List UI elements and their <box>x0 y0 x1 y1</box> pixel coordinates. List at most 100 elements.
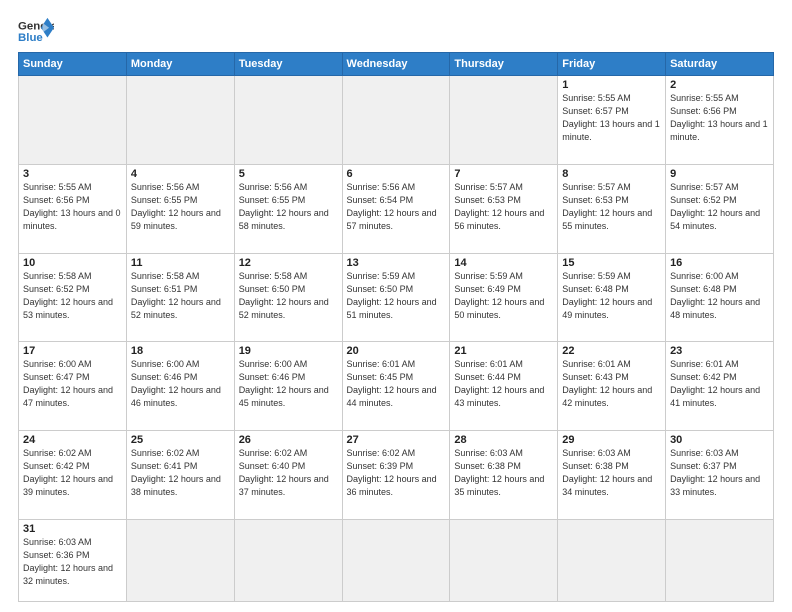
calendar-header-monday: Monday <box>126 53 234 76</box>
day-number: 29 <box>562 434 661 446</box>
calendar-cell: 11Sunrise: 5:58 AM Sunset: 6:51 PM Dayli… <box>126 253 234 342</box>
calendar-cell <box>19 76 127 165</box>
day-info: Sunrise: 5:56 AM Sunset: 6:55 PM Dayligh… <box>131 181 230 233</box>
calendar-cell: 22Sunrise: 6:01 AM Sunset: 6:43 PM Dayli… <box>558 342 666 431</box>
day-number: 2 <box>670 79 769 91</box>
calendar-cell: 6Sunrise: 5:56 AM Sunset: 6:54 PM Daylig… <box>342 164 450 253</box>
day-number: 14 <box>454 257 553 269</box>
day-info: Sunrise: 5:59 AM Sunset: 6:50 PM Dayligh… <box>347 270 446 322</box>
logo: General Blue <box>18 16 54 46</box>
calendar-cell: 18Sunrise: 6:00 AM Sunset: 6:46 PM Dayli… <box>126 342 234 431</box>
day-number: 23 <box>670 345 769 357</box>
calendar-cell <box>234 76 342 165</box>
calendar-cell <box>126 76 234 165</box>
day-info: Sunrise: 6:03 AM Sunset: 6:38 PM Dayligh… <box>562 447 661 499</box>
calendar-week-5: 24Sunrise: 6:02 AM Sunset: 6:42 PM Dayli… <box>19 431 774 520</box>
day-number: 26 <box>239 434 338 446</box>
calendar-cell <box>126 519 234 601</box>
day-info: Sunrise: 6:01 AM Sunset: 6:44 PM Dayligh… <box>454 358 553 410</box>
calendar-cell: 10Sunrise: 5:58 AM Sunset: 6:52 PM Dayli… <box>19 253 127 342</box>
day-number: 27 <box>347 434 446 446</box>
calendar-cell <box>450 76 558 165</box>
calendar-cell: 23Sunrise: 6:01 AM Sunset: 6:42 PM Dayli… <box>666 342 774 431</box>
calendar-cell: 15Sunrise: 5:59 AM Sunset: 6:48 PM Dayli… <box>558 253 666 342</box>
day-number: 13 <box>347 257 446 269</box>
calendar-week-6: 31Sunrise: 6:03 AM Sunset: 6:36 PM Dayli… <box>19 519 774 601</box>
day-info: Sunrise: 5:56 AM Sunset: 6:55 PM Dayligh… <box>239 181 338 233</box>
calendar-header-thursday: Thursday <box>450 53 558 76</box>
day-info: Sunrise: 5:55 AM Sunset: 6:57 PM Dayligh… <box>562 92 661 144</box>
day-info: Sunrise: 5:58 AM Sunset: 6:51 PM Dayligh… <box>131 270 230 322</box>
day-number: 5 <box>239 168 338 180</box>
calendar-week-1: 1Sunrise: 5:55 AM Sunset: 6:57 PM Daylig… <box>19 76 774 165</box>
day-info: Sunrise: 5:55 AM Sunset: 6:56 PM Dayligh… <box>670 92 769 144</box>
calendar-cell: 27Sunrise: 6:02 AM Sunset: 6:39 PM Dayli… <box>342 431 450 520</box>
calendar-cell: 26Sunrise: 6:02 AM Sunset: 6:40 PM Dayli… <box>234 431 342 520</box>
day-info: Sunrise: 6:02 AM Sunset: 6:40 PM Dayligh… <box>239 447 338 499</box>
calendar-cell: 12Sunrise: 5:58 AM Sunset: 6:50 PM Dayli… <box>234 253 342 342</box>
calendar-cell: 19Sunrise: 6:00 AM Sunset: 6:46 PM Dayli… <box>234 342 342 431</box>
calendar-header-friday: Friday <box>558 53 666 76</box>
day-info: Sunrise: 5:58 AM Sunset: 6:50 PM Dayligh… <box>239 270 338 322</box>
day-info: Sunrise: 5:59 AM Sunset: 6:48 PM Dayligh… <box>562 270 661 322</box>
day-info: Sunrise: 6:01 AM Sunset: 6:43 PM Dayligh… <box>562 358 661 410</box>
day-info: Sunrise: 6:00 AM Sunset: 6:47 PM Dayligh… <box>23 358 122 410</box>
calendar-week-4: 17Sunrise: 6:00 AM Sunset: 6:47 PM Dayli… <box>19 342 774 431</box>
calendar-cell: 8Sunrise: 5:57 AM Sunset: 6:53 PM Daylig… <box>558 164 666 253</box>
day-info: Sunrise: 6:01 AM Sunset: 6:45 PM Dayligh… <box>347 358 446 410</box>
calendar-cell: 20Sunrise: 6:01 AM Sunset: 6:45 PM Dayli… <box>342 342 450 431</box>
calendar-cell <box>450 519 558 601</box>
calendar-cell: 9Sunrise: 5:57 AM Sunset: 6:52 PM Daylig… <box>666 164 774 253</box>
day-number: 12 <box>239 257 338 269</box>
day-number: 19 <box>239 345 338 357</box>
day-number: 17 <box>23 345 122 357</box>
day-number: 21 <box>454 345 553 357</box>
day-number: 8 <box>562 168 661 180</box>
calendar-header-saturday: Saturday <box>666 53 774 76</box>
calendar-header-tuesday: Tuesday <box>234 53 342 76</box>
day-number: 10 <box>23 257 122 269</box>
day-info: Sunrise: 6:01 AM Sunset: 6:42 PM Dayligh… <box>670 358 769 410</box>
day-number: 6 <box>347 168 446 180</box>
day-number: 31 <box>23 523 122 535</box>
day-info: Sunrise: 6:03 AM Sunset: 6:38 PM Dayligh… <box>454 447 553 499</box>
calendar-header-row: SundayMondayTuesdayWednesdayThursdayFrid… <box>19 53 774 76</box>
day-number: 9 <box>670 168 769 180</box>
calendar-week-3: 10Sunrise: 5:58 AM Sunset: 6:52 PM Dayli… <box>19 253 774 342</box>
calendar-cell: 14Sunrise: 5:59 AM Sunset: 6:49 PM Dayli… <box>450 253 558 342</box>
day-number: 24 <box>23 434 122 446</box>
calendar-cell: 29Sunrise: 6:03 AM Sunset: 6:38 PM Dayli… <box>558 431 666 520</box>
day-number: 20 <box>347 345 446 357</box>
calendar-cell: 25Sunrise: 6:02 AM Sunset: 6:41 PM Dayli… <box>126 431 234 520</box>
calendar-header-wednesday: Wednesday <box>342 53 450 76</box>
calendar-cell: 21Sunrise: 6:01 AM Sunset: 6:44 PM Dayli… <box>450 342 558 431</box>
day-info: Sunrise: 5:57 AM Sunset: 6:53 PM Dayligh… <box>454 181 553 233</box>
calendar-cell <box>558 519 666 601</box>
calendar-table: SundayMondayTuesdayWednesdayThursdayFrid… <box>18 52 774 602</box>
calendar-header-sunday: Sunday <box>19 53 127 76</box>
day-number: 16 <box>670 257 769 269</box>
calendar-cell <box>666 519 774 601</box>
day-number: 4 <box>131 168 230 180</box>
day-number: 30 <box>670 434 769 446</box>
calendar-cell: 13Sunrise: 5:59 AM Sunset: 6:50 PM Dayli… <box>342 253 450 342</box>
calendar-cell: 3Sunrise: 5:55 AM Sunset: 6:56 PM Daylig… <box>19 164 127 253</box>
day-info: Sunrise: 5:56 AM Sunset: 6:54 PM Dayligh… <box>347 181 446 233</box>
calendar-cell: 2Sunrise: 5:55 AM Sunset: 6:56 PM Daylig… <box>666 76 774 165</box>
day-info: Sunrise: 6:03 AM Sunset: 6:36 PM Dayligh… <box>23 536 122 588</box>
calendar-cell: 4Sunrise: 5:56 AM Sunset: 6:55 PM Daylig… <box>126 164 234 253</box>
page: General Blue SundayMondayTuesdayWednesda… <box>0 0 792 612</box>
day-info: Sunrise: 6:00 AM Sunset: 6:48 PM Dayligh… <box>670 270 769 322</box>
day-number: 25 <box>131 434 230 446</box>
day-info: Sunrise: 6:00 AM Sunset: 6:46 PM Dayligh… <box>239 358 338 410</box>
calendar-cell: 1Sunrise: 5:55 AM Sunset: 6:57 PM Daylig… <box>558 76 666 165</box>
calendar-week-2: 3Sunrise: 5:55 AM Sunset: 6:56 PM Daylig… <box>19 164 774 253</box>
calendar-cell: 24Sunrise: 6:02 AM Sunset: 6:42 PM Dayli… <box>19 431 127 520</box>
calendar-cell <box>234 519 342 601</box>
calendar-cell: 7Sunrise: 5:57 AM Sunset: 6:53 PM Daylig… <box>450 164 558 253</box>
svg-text:Blue: Blue <box>18 32 43 44</box>
day-info: Sunrise: 5:57 AM Sunset: 6:53 PM Dayligh… <box>562 181 661 233</box>
day-info: Sunrise: 6:00 AM Sunset: 6:46 PM Dayligh… <box>131 358 230 410</box>
calendar-cell: 5Sunrise: 5:56 AM Sunset: 6:55 PM Daylig… <box>234 164 342 253</box>
day-number: 22 <box>562 345 661 357</box>
